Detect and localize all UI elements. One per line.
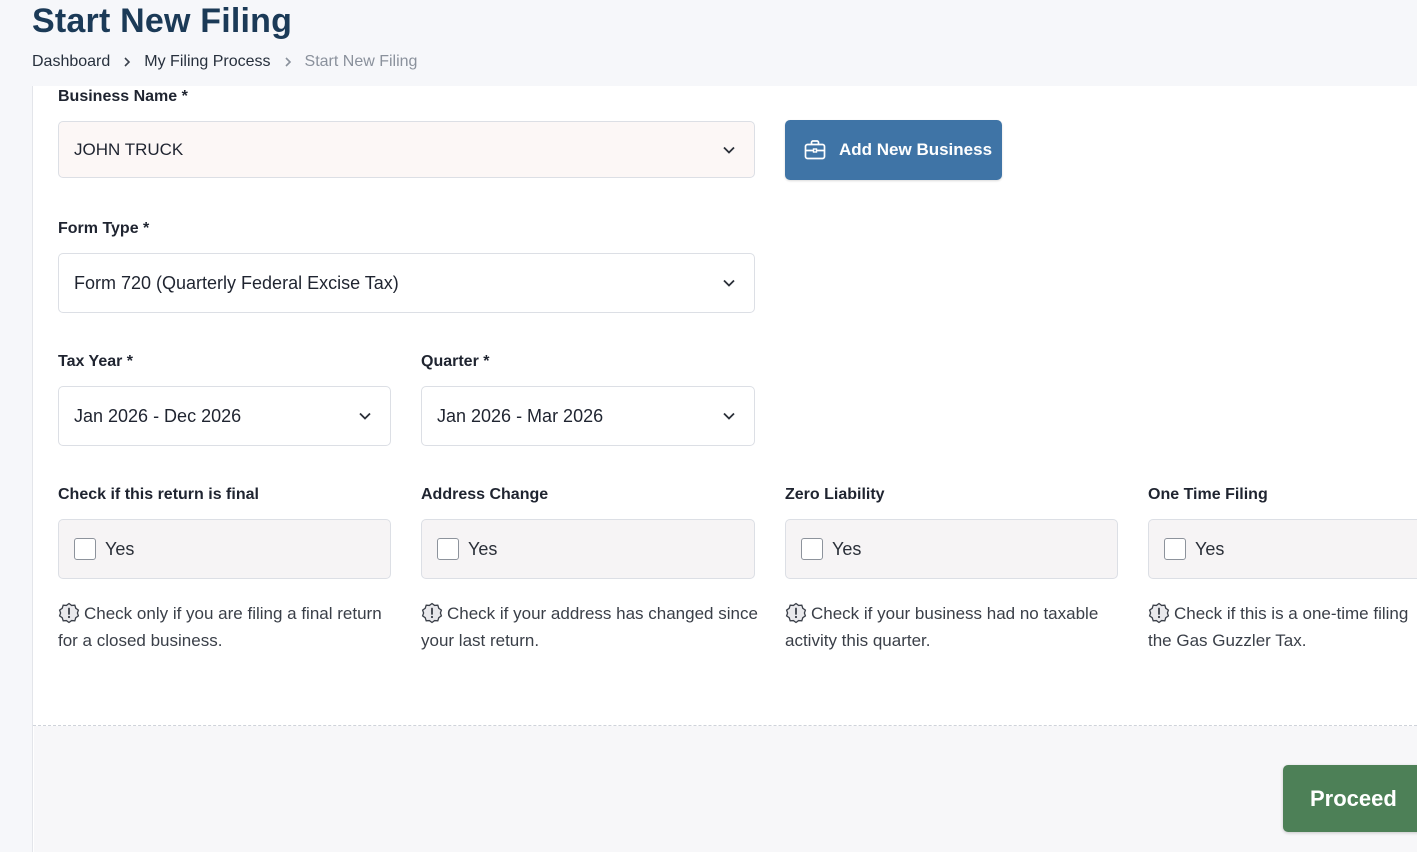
final-return-help-text: Check only if you are filing a final ret… [58,604,382,650]
one-time-filing-checkbox-field[interactable]: Yes [1148,519,1417,579]
form-type-value: Form 720 (Quarterly Federal Excise Tax) [74,272,399,293]
chevron-right-icon [271,57,305,67]
breadcrumb: Dashboard My Filing Process Start New Fi… [32,51,417,73]
final-return-help: Check only if you are filing a final ret… [58,600,398,654]
chevron-down-icon [723,146,735,154]
one-time-filing-help: Check if this is a one-time filing the G… [1148,600,1417,660]
warning-badge-icon [785,602,807,624]
form-type-label: Form Type * [58,220,150,237]
final-return-checkbox[interactable] [74,538,96,560]
add-new-business-button[interactable]: Add New Business [785,120,1002,180]
quarter-value: Jan 2026 - Mar 2026 [437,405,604,426]
business-name-label: Business Name * [58,88,188,105]
zero-liability-help-text: Check if your business had no taxable ac… [785,604,1099,650]
one-time-filing-help-text: Check if this is a one-time filing the G… [1148,604,1409,650]
chevron-down-icon [723,279,735,287]
address-change-checkbox-label: Yes [468,538,498,559]
tax-year-label: Tax Year * [58,353,134,370]
page-header: Start New Filing Dashboard My Filing Pro… [0,0,1417,86]
one-time-filing-label: One Time Filing [1148,486,1268,503]
business-name-select[interactable]: JOHN TRUCK [58,121,755,178]
zero-liability-checkbox[interactable] [801,538,823,560]
tax-year-select[interactable]: Jan 2026 - Dec 2026 [58,386,391,446]
breadcrumb-dashboard[interactable]: Dashboard [32,53,110,71]
chevron-down-icon [723,412,735,420]
zero-liability-checkbox-field[interactable]: Yes [785,519,1118,579]
tax-year-value: Jan 2026 - Dec 2026 [74,405,242,426]
chevron-down-icon [359,412,371,420]
warning-badge-icon [421,602,443,624]
warning-badge-icon [58,602,80,624]
add-new-business-label: Add New Business [839,140,993,159]
form-type-select[interactable]: Form 720 (Quarterly Federal Excise Tax) [58,253,755,313]
final-return-checkbox-label: Yes [105,538,135,559]
page: Start New Filing Dashboard My Filing Pro… [0,0,1417,852]
one-time-filing-checkbox-label: Yes [1195,538,1225,559]
address-change-help-text: Check if your address has changed since … [421,604,758,650]
address-change-checkbox[interactable] [437,538,459,560]
address-change-label: Address Change [421,486,549,503]
warning-badge-icon [1148,602,1170,624]
breadcrumb-my-filing-process[interactable]: My Filing Process [144,53,270,71]
final-return-label: Check if this return is final [58,486,259,503]
sidebar-edge [0,86,33,852]
form-footer [34,726,1417,852]
page-title: Start New Filing [32,2,293,40]
chevron-right-icon [110,57,144,67]
final-return-checkbox-field[interactable]: Yes [58,519,391,579]
briefcase-icon [804,140,826,160]
zero-liability-help: Check if your business had no taxable ac… [785,600,1125,654]
quarter-select[interactable]: Jan 2026 - Mar 2026 [421,386,755,446]
quarter-label: Quarter * [421,353,490,370]
breadcrumb-current: Start New Filing [304,53,418,70]
one-time-filing-checkbox[interactable] [1164,538,1186,560]
business-name-value: JOHN TRUCK [74,139,184,159]
zero-liability-label: Zero Liability [785,486,885,503]
address-change-checkbox-field[interactable]: Yes [421,519,755,579]
address-change-help: Check if your address has changed since … [421,600,761,654]
zero-liability-checkbox-label: Yes [832,538,862,559]
proceed-button[interactable]: Proceed [1283,765,1417,832]
proceed-label: Proceed [1310,785,1397,811]
